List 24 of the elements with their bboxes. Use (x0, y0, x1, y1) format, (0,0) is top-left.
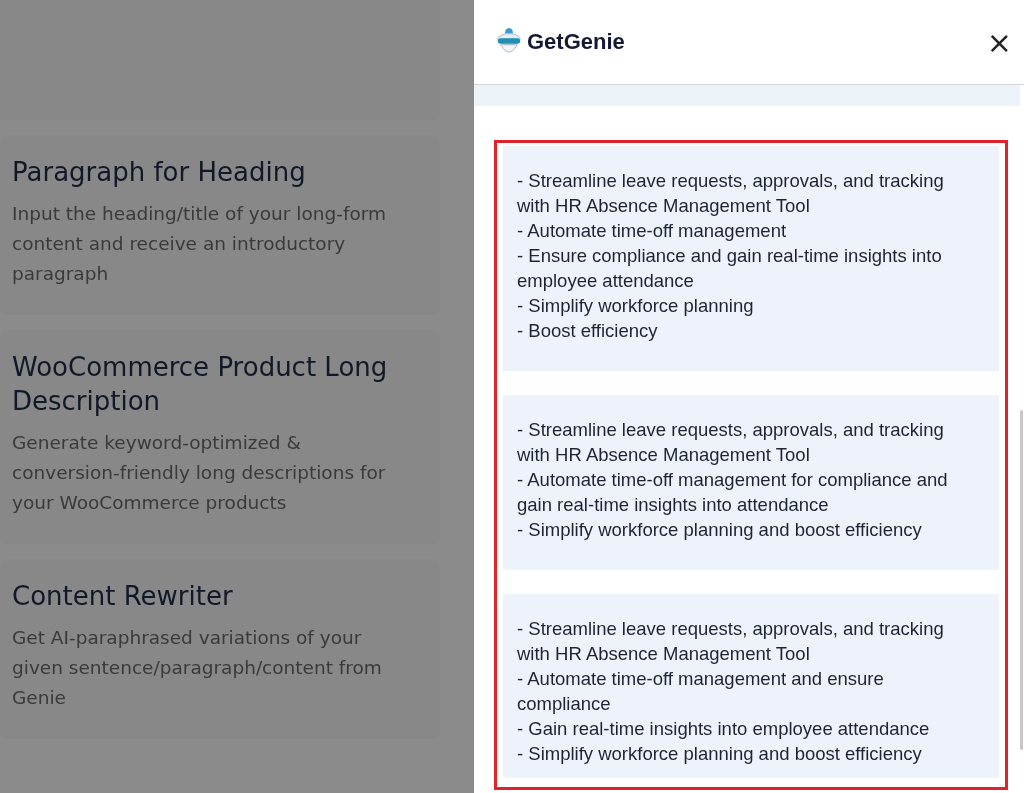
result-line: - Streamline leave requests, approvals, and tracking with HR Absence Management Tool (517, 418, 945, 467)
scrollbar[interactable] (1020, 410, 1023, 750)
template-card[interactable]: WooCommerce Product Long Description Generate keyword-optimized & conversion-friendly long descriptions for your WooCommerce products (0, 330, 440, 544)
template-card[interactable]: Paragraph for Heading Input the heading/title of your long-form content and receive an introductory paragraph (0, 135, 440, 315)
template-title: WooCommerce Product Long Description (12, 351, 389, 418)
result-line: - Automate time-off management and ensure compliance (517, 667, 885, 716)
result-line: - Simplify workforce planning (517, 294, 755, 318)
result-line: - Streamline leave requests, approvals, and tracking with HR Absence Management Tool (517, 169, 945, 218)
template-description: Get AI-paraphrased variations of your given sentence/paragraph/content from Genie (12, 626, 383, 710)
result-line: - Automate time-off management (517, 219, 788, 243)
result-line: - Gain real-time insights into employee attendance (517, 717, 931, 741)
result-line: - Ensure compliance and gain real-time insights into employee attendance (517, 244, 943, 293)
result-line: - Automate time-off management for compliance and gain real-time insights into attendance (517, 468, 949, 517)
result-line: - Simplify workforce planning and boost efficiency (517, 742, 923, 766)
result-line: - Boost efficiency (517, 319, 659, 343)
result-line: - Simplify workforce planning and boost efficiency (517, 518, 923, 542)
template-title: Paragraph for Heading (12, 156, 307, 189)
logo-text: GetGenie (527, 29, 625, 55)
close-button[interactable]: × (982, 24, 1016, 60)
template-card[interactable]: Content Rewriter Get AI-paraphrased variations of your given sentence/paragraph/content from Genie (0, 559, 440, 739)
template-title: Content Rewriter (12, 580, 234, 613)
result-line: - Streamline leave requests, approvals, and tracking with HR Absence Management Tool (517, 617, 945, 666)
template-description: Generate keyword-optimized & conversion-friendly long descriptions for your WooCommerce products (12, 431, 387, 515)
template-description: Input the heading/title of your long-form content and receive an introductory paragraph (12, 202, 388, 286)
